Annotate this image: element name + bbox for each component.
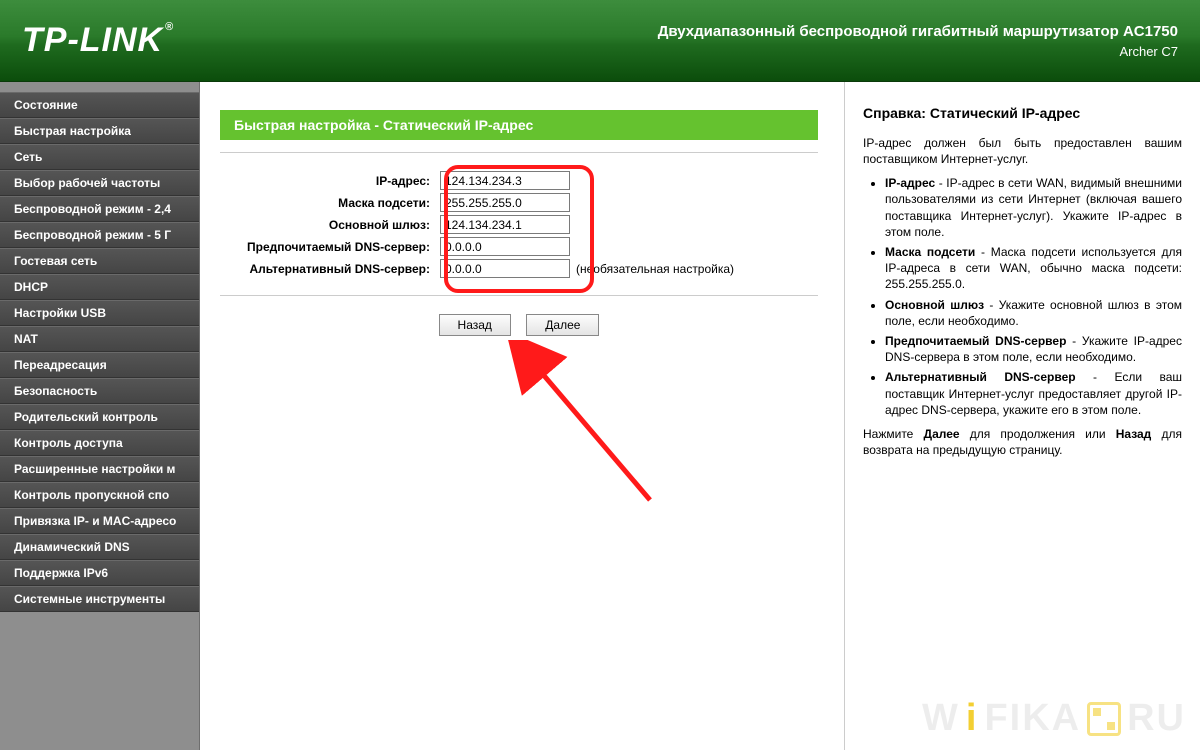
sidebar-item[interactable]: Поддержка IPv6 xyxy=(0,560,199,586)
row-dns2: Альтернативный DNS-сервер: (необязательн… xyxy=(220,259,818,278)
help-list-item: IP-адрес - IP-адрес в сети WAN, видимый … xyxy=(885,175,1182,240)
sidebar-item[interactable]: Привязка IP- и MAC-адресо xyxy=(0,508,199,534)
help-list: IP-адрес - IP-адрес в сети WAN, видимый … xyxy=(885,175,1182,418)
sidebar-item[interactable]: Расширенные настройки м xyxy=(0,456,199,482)
sidebar-item[interactable]: Быстрая настройка xyxy=(0,118,199,144)
next-button[interactable]: Далее xyxy=(526,314,599,336)
input-dns1[interactable] xyxy=(440,237,570,256)
product-title: Двухдиапазонный беспроводной гигабитный … xyxy=(658,23,1178,40)
row-gateway: Основной шлюз: xyxy=(220,215,818,234)
main-panel: Быстрая настройка - Статический IP-адрес… xyxy=(200,82,845,750)
sidebar-item[interactable]: Переадресация xyxy=(0,352,199,378)
sidebar-item[interactable]: Гостевая сеть xyxy=(0,248,199,274)
label-gateway: Основной шлюз: xyxy=(220,218,440,232)
brand-logo: TP-LINK ® xyxy=(22,21,174,60)
sidebar-item[interactable]: Настройки USB xyxy=(0,300,199,326)
sidebar-item[interactable]: Состояние xyxy=(0,92,199,118)
input-mask[interactable] xyxy=(440,193,570,212)
help-list-item: Предпочитаемый DNS-сервер - Укажите IP-а… xyxy=(885,333,1182,365)
sidebar-item[interactable]: DHCP xyxy=(0,274,199,300)
sidebar-item[interactable]: Сеть xyxy=(0,144,199,170)
optional-note: (необязательная настройка) xyxy=(576,262,734,276)
button-row: Назад Далее xyxy=(220,314,818,336)
back-button[interactable]: Назад xyxy=(439,314,511,336)
separator-bottom xyxy=(220,295,818,296)
separator-top xyxy=(220,152,818,153)
input-gateway[interactable] xyxy=(440,215,570,234)
logo-text: TP-LINK xyxy=(22,21,163,60)
sidebar-item[interactable]: Контроль пропускной спо xyxy=(0,482,199,508)
product-model: Archer C7 xyxy=(658,44,1178,59)
watermark: WiFIKA RU xyxy=(922,697,1186,740)
input-ip[interactable] xyxy=(440,171,570,190)
help-list-item: Основной шлюз - Укажите основной шлюз в … xyxy=(885,297,1182,329)
label-ip: IP-адрес: xyxy=(220,174,440,188)
sidebar-nav: СостояниеБыстрая настройкаСетьВыбор рабо… xyxy=(0,82,200,750)
sidebar-item[interactable]: Системные инструменты xyxy=(0,586,199,612)
input-dns2[interactable] xyxy=(440,259,570,278)
row-mask: Маска подсети: xyxy=(220,193,818,212)
header-bar: TP-LINK ® Двухдиапазонный беспроводной г… xyxy=(0,0,1200,82)
sidebar-item[interactable]: Контроль доступа xyxy=(0,430,199,456)
help-panel: Справка: Статический IP-адрес IP-адрес д… xyxy=(845,82,1200,750)
sidebar-item[interactable]: NAT xyxy=(0,326,199,352)
help-list-item: Альтернативный DNS-сервер - Если ваш пос… xyxy=(885,369,1182,418)
sidebar-item[interactable]: Беспроводной режим - 2,4 xyxy=(0,196,199,222)
help-list-item: Маска подсети - Маска подсети использует… xyxy=(885,244,1182,293)
sidebar-item[interactable]: Динамический DNS xyxy=(0,534,199,560)
section-title: Быстрая настройка - Статический IP-адрес xyxy=(220,110,818,140)
row-dns1: Предпочитаемый DNS-сервер: xyxy=(220,237,818,256)
label-mask: Маска подсети: xyxy=(220,196,440,210)
sidebar-item[interactable]: Выбор рабочей частоты xyxy=(0,170,199,196)
label-dns2: Альтернативный DNS-сервер: xyxy=(220,262,440,276)
watermark-qr-icon xyxy=(1087,702,1121,736)
form-area: IP-адрес: Маска подсети: Основной шлюз: … xyxy=(220,171,818,287)
sidebar-item[interactable]: Беспроводной режим - 5 Г xyxy=(0,222,199,248)
help-title: Справка: Статический IP-адрес xyxy=(863,104,1182,123)
help-intro: IP-адрес должен был быть предоставлен ва… xyxy=(863,135,1182,167)
header-title-block: Двухдиапазонный беспроводной гигабитный … xyxy=(658,23,1178,59)
label-dns1: Предпочитаемый DNS-сервер: xyxy=(220,240,440,254)
row-ip: IP-адрес: xyxy=(220,171,818,190)
sidebar-item[interactable]: Безопасность xyxy=(0,378,199,404)
sidebar-item[interactable]: Родительский контроль xyxy=(0,404,199,430)
help-outro: Нажмите Далее для продолжения или Назад … xyxy=(863,426,1182,458)
logo-reg: ® xyxy=(165,21,174,33)
